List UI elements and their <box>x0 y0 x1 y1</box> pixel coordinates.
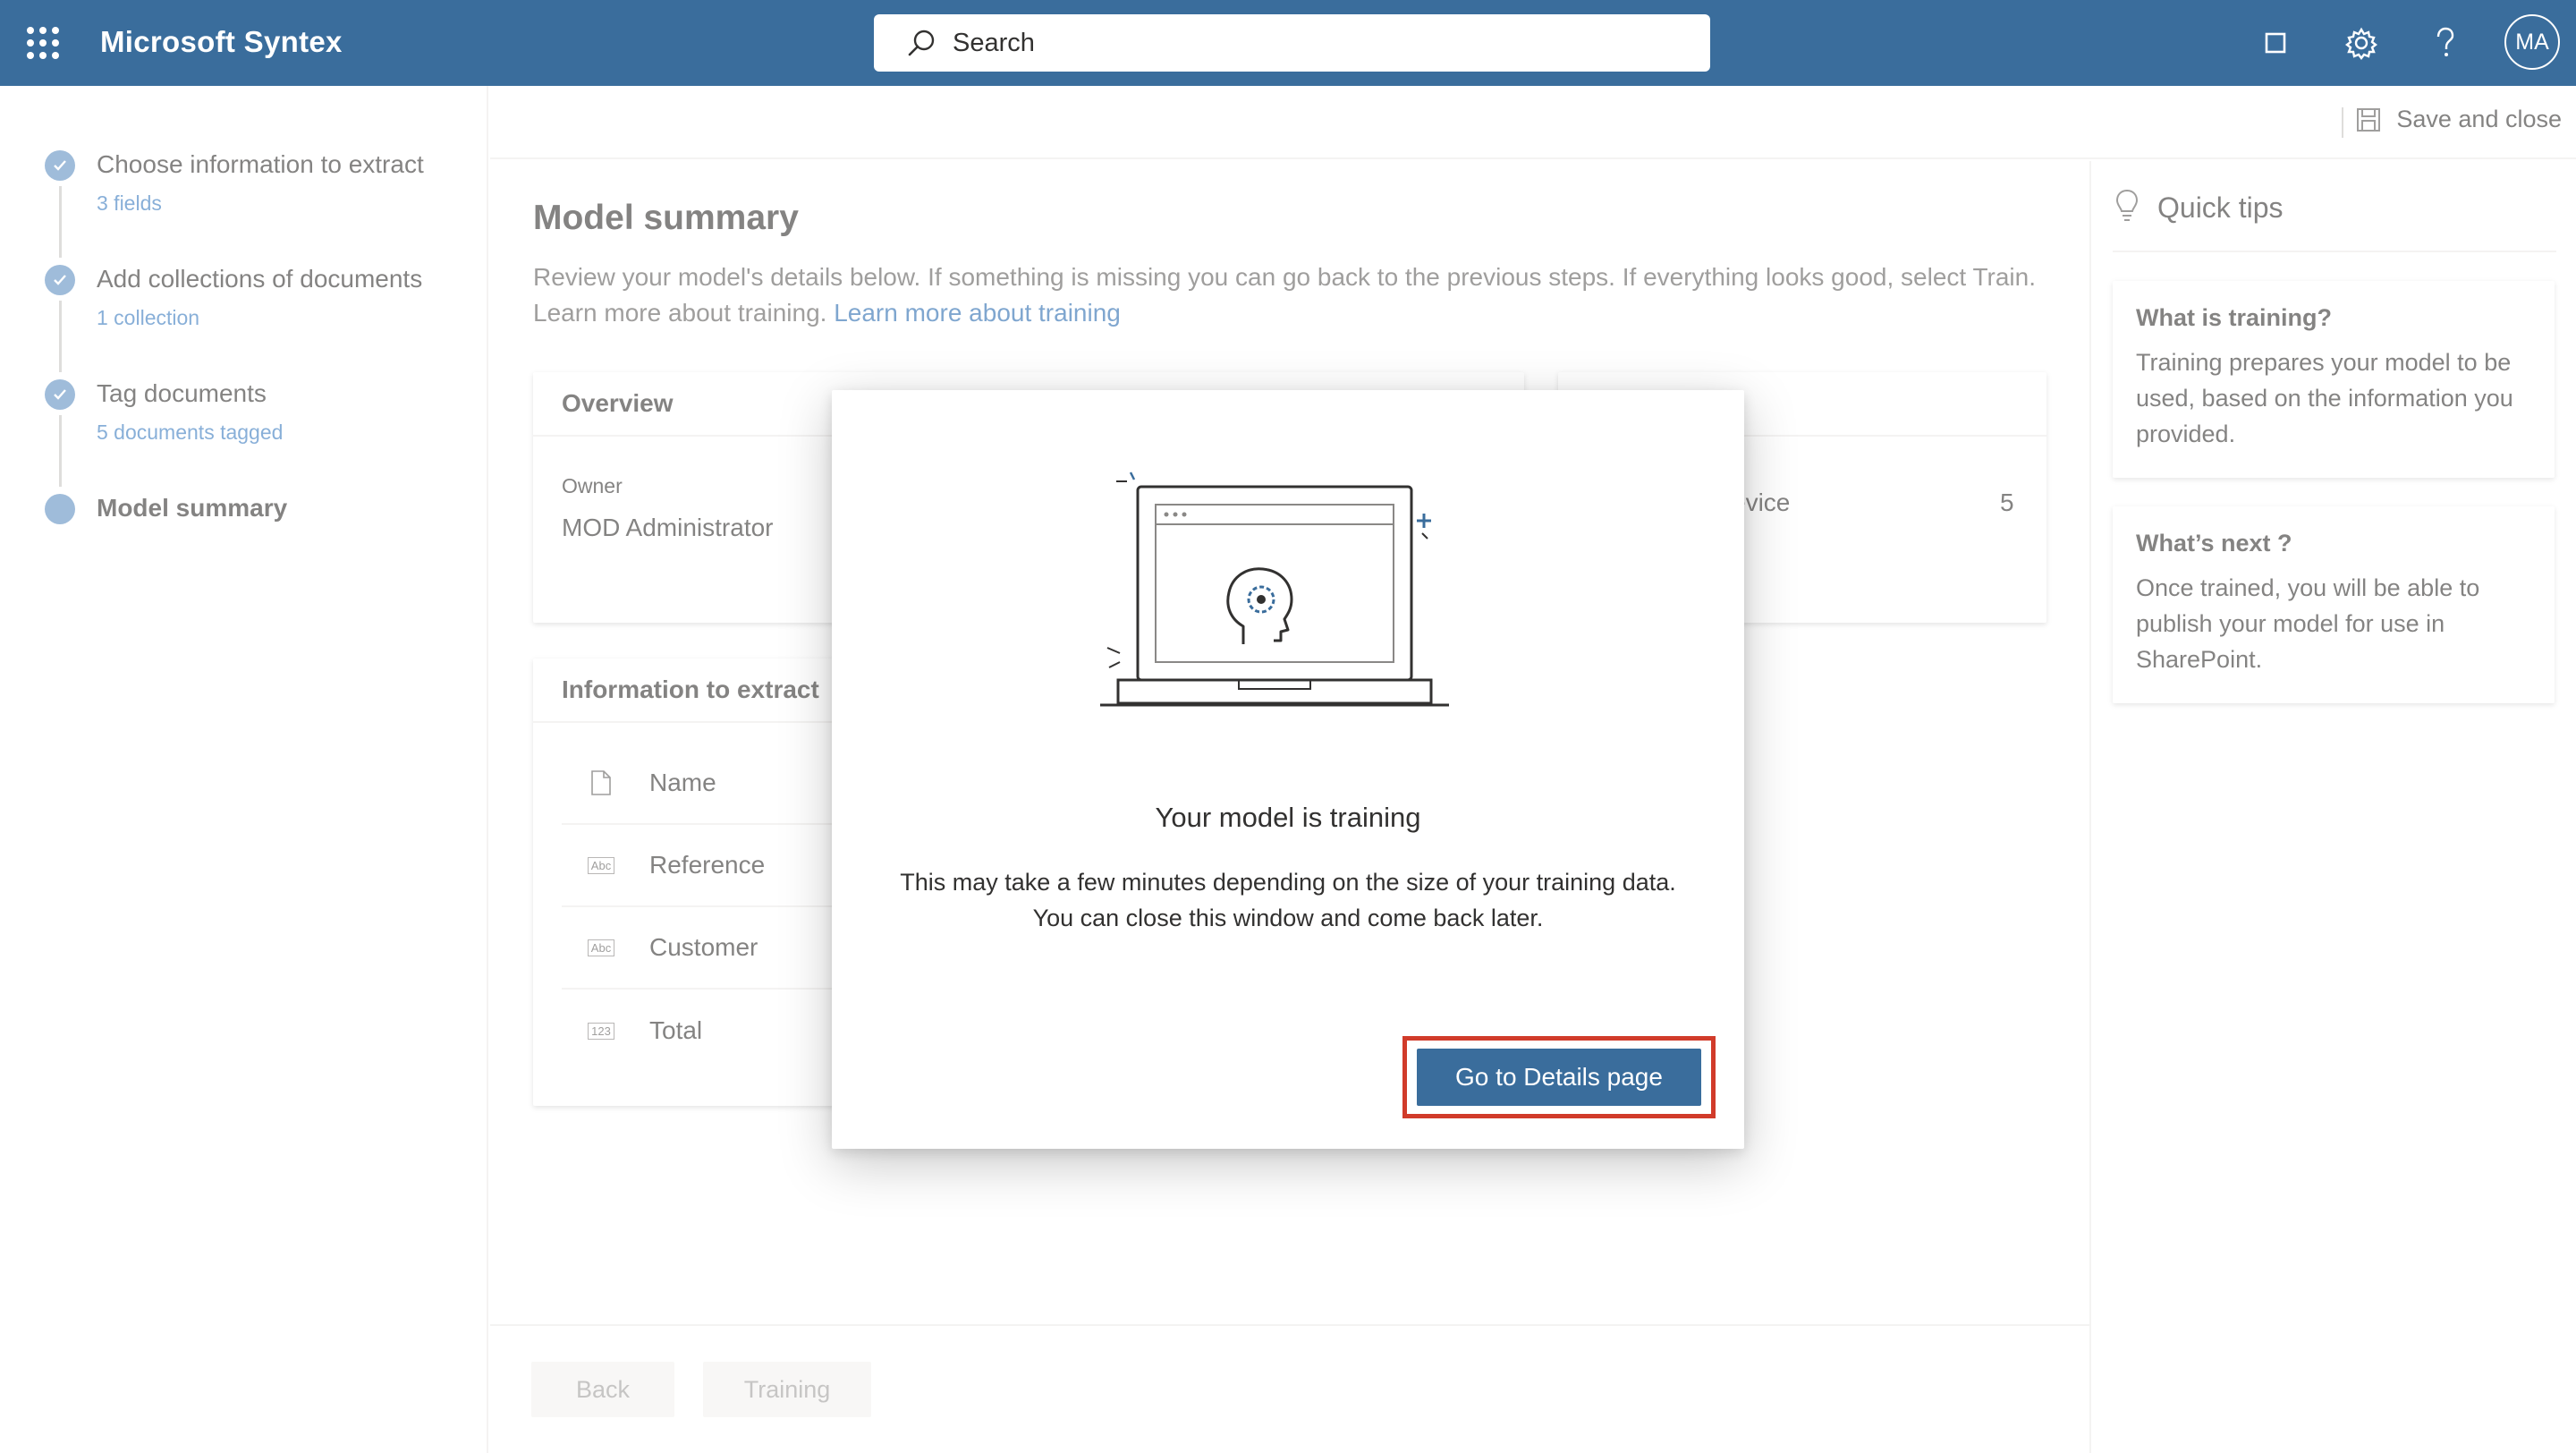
search-input[interactable] <box>953 28 1668 58</box>
app-launcher-icon[interactable] <box>27 27 59 59</box>
go-to-details-page-button[interactable]: Go to Details page <box>1417 1049 1701 1106</box>
app-title[interactable]: Microsoft Syntex <box>100 25 343 59</box>
search-box[interactable] <box>874 14 1710 72</box>
dialog-title: Your model is training <box>1155 802 1421 833</box>
notepad-icon[interactable] <box>2256 23 2295 63</box>
user-avatar[interactable]: MA <box>2504 14 2560 70</box>
dialog-body-line: This may take a few minutes depending on… <box>900 869 1676 896</box>
help-icon[interactable] <box>2426 23 2465 63</box>
laptop-brain-illustration-icon <box>1100 469 1476 733</box>
dialog-body: This may take a few minutes depending on… <box>832 864 1744 936</box>
search-icon <box>908 30 935 56</box>
settings-gear-icon[interactable] <box>2342 23 2381 63</box>
top-bar: Microsoft Syntex MA <box>0 0 2576 86</box>
training-dialog: Your model is training This may take a f… <box>832 390 1744 1149</box>
dialog-body-line: You can close this window and come back … <box>1032 905 1544 931</box>
